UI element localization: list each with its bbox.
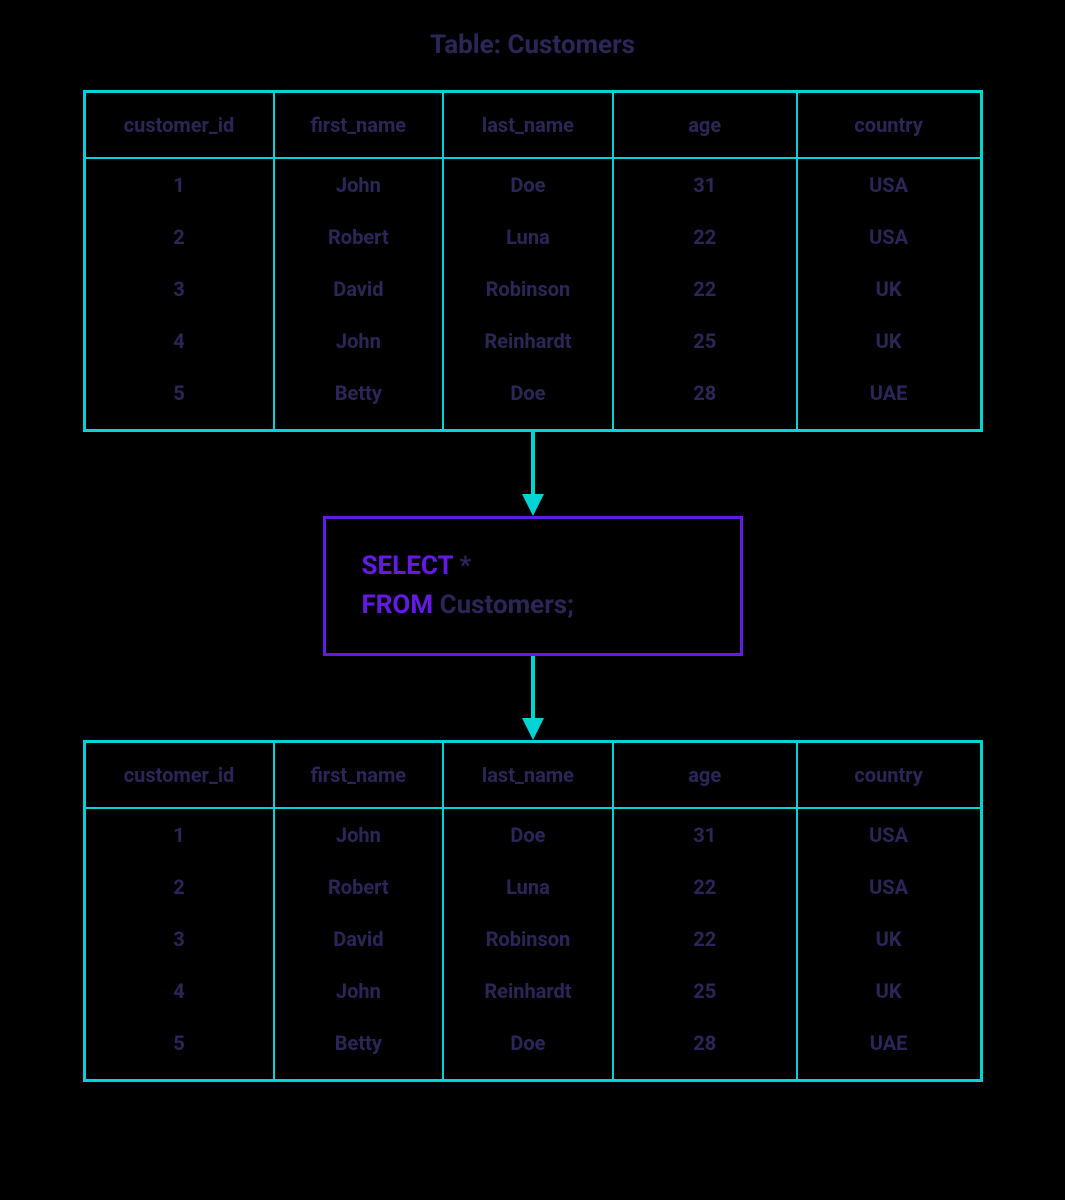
cell: 25: [613, 965, 797, 1017]
table-row: 3 David Robinson 22 UK: [84, 913, 981, 965]
col-header-last-name: last_name: [443, 742, 613, 809]
cell: David: [274, 913, 444, 965]
sql-text: Customers;: [433, 590, 574, 620]
sql-query-box: SELECT * FROM Customers;: [323, 516, 743, 656]
cell: UK: [797, 965, 981, 1017]
cell: 1: [84, 808, 274, 861]
cell: UK: [797, 315, 981, 367]
arrow-down-icon: [518, 432, 548, 516]
col-header-country: country: [797, 92, 981, 159]
cell: 31: [613, 808, 797, 861]
cell: USA: [797, 861, 981, 913]
cell: Robert: [274, 861, 444, 913]
cell: 31: [613, 158, 797, 211]
col-header-last-name: last_name: [443, 92, 613, 159]
cell: UK: [797, 263, 981, 315]
table-row: 1 John Doe 31 USA: [84, 808, 981, 861]
table-row: 1 John Doe 31 USA: [84, 158, 981, 211]
table-row: 4 John Reinhardt 25 UK: [84, 315, 981, 367]
cell: Reinhardt: [443, 965, 613, 1017]
cell: John: [274, 965, 444, 1017]
arrow-down-2: [518, 656, 548, 740]
cell: Doe: [443, 1017, 613, 1081]
cell: USA: [797, 158, 981, 211]
cell: 28: [613, 367, 797, 431]
cell: 5: [84, 367, 274, 431]
table-row: 4 John Reinhardt 25 UK: [84, 965, 981, 1017]
cell: 25: [613, 315, 797, 367]
cell: Luna: [443, 211, 613, 263]
cell: UAE: [797, 367, 981, 431]
source-table: customer_id first_name last_name age cou…: [83, 90, 983, 432]
table-row: 5 Betty Doe 28 UAE: [84, 1017, 981, 1081]
cell: Doe: [443, 367, 613, 431]
sql-keyword-from: FROM: [362, 590, 434, 620]
cell: David: [274, 263, 444, 315]
table-row: 2 Robert Luna 22 USA: [84, 861, 981, 913]
table-header-row: customer_id first_name last_name age cou…: [84, 92, 981, 159]
cell: 28: [613, 1017, 797, 1081]
cell: 2: [84, 861, 274, 913]
query-line-1: SELECT *: [362, 547, 704, 586]
sql-keyword-select: SELECT: [362, 551, 453, 581]
cell: 3: [84, 263, 274, 315]
cell: UK: [797, 913, 981, 965]
arrow-down-icon: [518, 656, 548, 740]
col-header-age: age: [613, 92, 797, 159]
col-header-customer-id: customer_id: [84, 92, 274, 159]
cell: USA: [797, 808, 981, 861]
cell: John: [274, 158, 444, 211]
cell: 3: [84, 913, 274, 965]
table-row: 3 David Robinson 22 UK: [84, 263, 981, 315]
cell: John: [274, 315, 444, 367]
cell: 2: [84, 211, 274, 263]
col-header-first-name: first_name: [274, 92, 444, 159]
cell: Robinson: [443, 263, 613, 315]
cell: 22: [613, 913, 797, 965]
table-header-row: customer_id first_name last_name age cou…: [84, 742, 981, 809]
cell: 4: [84, 965, 274, 1017]
cell: Robinson: [443, 913, 613, 965]
cell: John: [274, 808, 444, 861]
cell: 22: [613, 861, 797, 913]
col-header-first-name: first_name: [274, 742, 444, 809]
cell: 22: [613, 263, 797, 315]
cell: USA: [797, 211, 981, 263]
cell: Robert: [274, 211, 444, 263]
col-header-customer-id: customer_id: [84, 742, 274, 809]
table-row: 5 Betty Doe 28 UAE: [84, 367, 981, 431]
cell: Betty: [274, 1017, 444, 1081]
sql-text: *: [453, 551, 471, 581]
col-header-age: age: [613, 742, 797, 809]
cell: Doe: [443, 158, 613, 211]
diagram-container: Table: Customers customer_id first_name …: [0, 0, 1065, 1082]
query-line-2: FROM Customers;: [362, 586, 704, 625]
table-row: 2 Robert Luna 22 USA: [84, 211, 981, 263]
cell: Reinhardt: [443, 315, 613, 367]
cell: Doe: [443, 808, 613, 861]
table-title: Table: Customers: [430, 30, 635, 60]
cell: 22: [613, 211, 797, 263]
cell: Betty: [274, 367, 444, 431]
col-header-country: country: [797, 742, 981, 809]
cell: 4: [84, 315, 274, 367]
cell: 5: [84, 1017, 274, 1081]
cell: 1: [84, 158, 274, 211]
result-table: customer_id first_name last_name age cou…: [83, 740, 983, 1082]
cell: Luna: [443, 861, 613, 913]
cell: UAE: [797, 1017, 981, 1081]
arrow-down-1: [518, 432, 548, 516]
